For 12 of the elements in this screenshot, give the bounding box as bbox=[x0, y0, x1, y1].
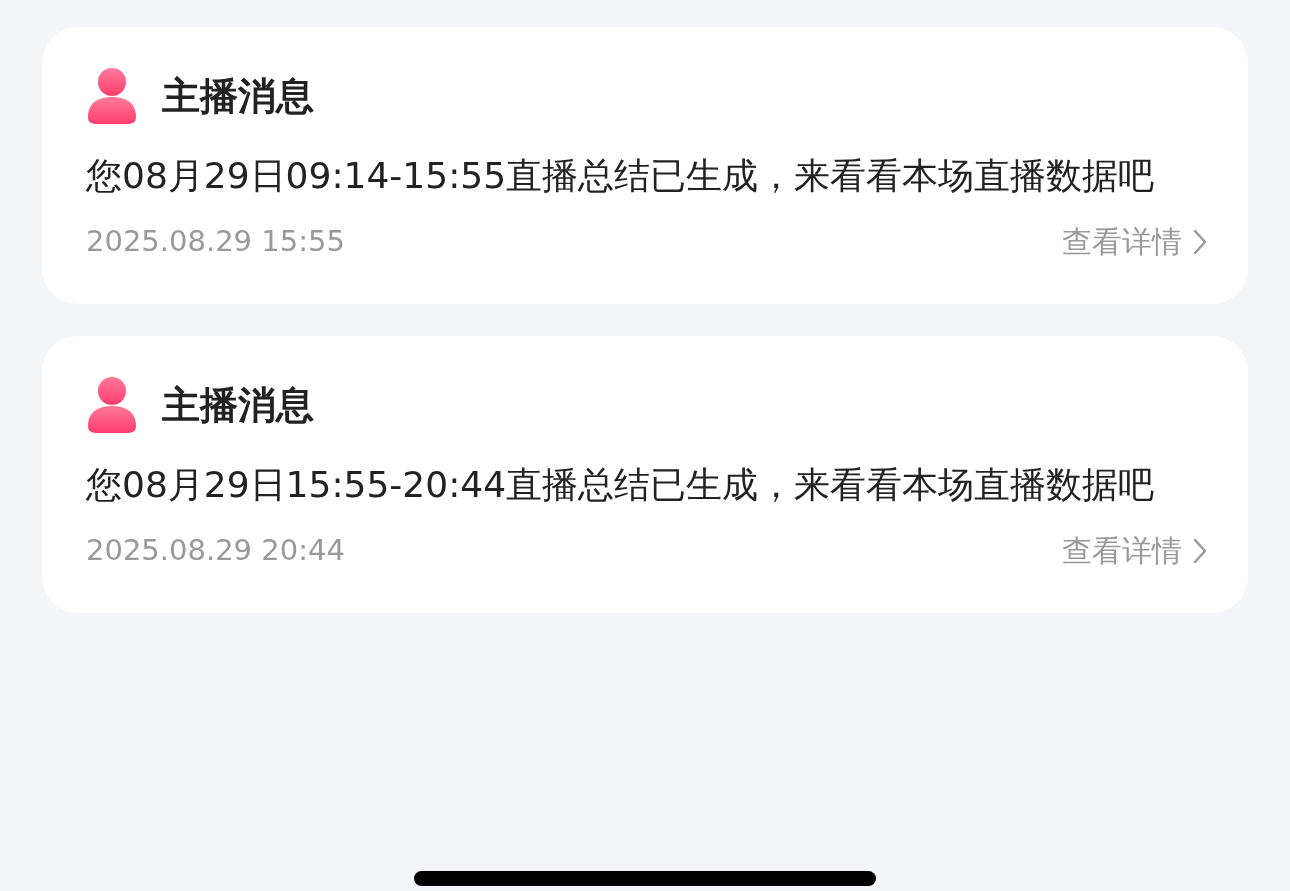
message-body: 您08月29日09:14-15:55直播总结已生成，来看看本场直播数据吧 bbox=[86, 154, 1156, 198]
details-link[interactable]: 查看详情 bbox=[1062, 528, 1208, 573]
person-icon bbox=[86, 67, 138, 125]
message-title: 主播消息 bbox=[162, 77, 314, 115]
message-time: 2025.08.29 15:55 bbox=[86, 222, 345, 260]
chevron-right-icon bbox=[1192, 227, 1208, 256]
message-body: 您08月29日15:55-20:44直播总结已生成，来看看本场直播数据吧 bbox=[86, 463, 1156, 507]
person-icon bbox=[86, 376, 138, 434]
details-link[interactable]: 查看详情 bbox=[1062, 219, 1208, 264]
message-title: 主播消息 bbox=[162, 386, 314, 424]
chevron-right-icon bbox=[1192, 536, 1208, 565]
message-time: 2025.08.29 20:44 bbox=[86, 531, 345, 569]
